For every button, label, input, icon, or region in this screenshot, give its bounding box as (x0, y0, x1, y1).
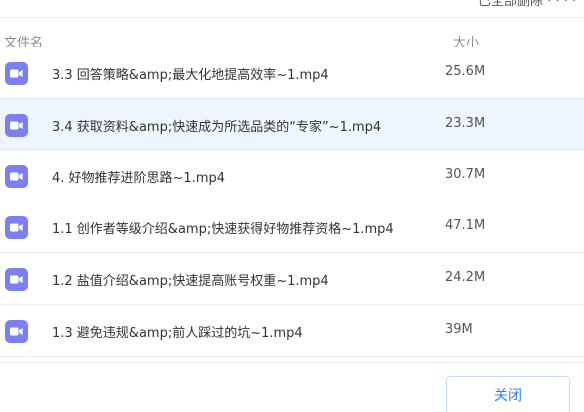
file-name: 1.2 盐值介绍&amp;快速提高账号权重~1.mp4 (52, 274, 329, 289)
video-file-icon (5, 268, 28, 291)
clipped-top-text: 已全部删除 · · · · (477, 0, 576, 9)
file-size: 39M (445, 322, 473, 337)
file-row-selected[interactable]: 3.4 获取资料&amp;快速成为所选品类的“专家”~1.mp4 23.3M (0, 98, 584, 150)
file-size: 24.2M (445, 270, 486, 285)
video-file-icon (5, 62, 28, 85)
file-row[interactable]: 3.3 回答策略&amp;最大化地提高效率~1.mp4 25.6M (0, 47, 584, 99)
file-size: 47.1M (445, 218, 486, 233)
file-size: 30.7M (445, 167, 486, 182)
file-row[interactable]: 1.2 盐值介绍&amp;快速提高账号权重~1.mp4 24.2M (0, 253, 584, 305)
file-row[interactable]: 1.1 创作者等级介绍&amp;快速获得好物推荐资格~1.mp4 47.1M (0, 201, 584, 253)
video-file-icon (5, 114, 28, 137)
file-size: 25.6M (445, 64, 486, 79)
video-file-icon (5, 320, 28, 343)
video-file-icon (5, 216, 28, 239)
file-name: 3.4 获取资料&amp;快速成为所选品类的“专家”~1.mp4 (52, 120, 382, 135)
video-file-icon (5, 165, 28, 188)
file-name: 4. 好物推荐进阶思路~1.mp4 (52, 171, 226, 186)
file-name: 1.3 避免违规&amp;前人踩过的坑~1.mp4 (52, 326, 303, 341)
file-size: 23.3M (445, 116, 486, 131)
file-name: 1.1 创作者等级介绍&amp;快速获得好物推荐资格~1.mp4 (52, 222, 394, 237)
close-button[interactable]: 关闭 (446, 376, 570, 412)
file-row[interactable]: 4. 好物推荐进阶思路~1.mp4 30.7M (0, 150, 584, 202)
file-row[interactable]: 1.3 避免违规&amp;前人踩过的坑~1.mp4 39M (0, 305, 584, 357)
file-list-dialog: 已全部删除 · · · · 文件名 大小 3.3 回答策略&amp;最大化地提高… (0, 0, 584, 412)
file-name: 3.3 回答策略&amp;最大化地提高效率~1.mp4 (52, 68, 329, 83)
file-list: 3.3 回答策略&amp;最大化地提高效率~1.mp4 25.6M 3.4 获取… (0, 47, 584, 357)
footer-divider (0, 362, 584, 363)
top-strip: 已全部删除 · · · · (0, 0, 584, 18)
